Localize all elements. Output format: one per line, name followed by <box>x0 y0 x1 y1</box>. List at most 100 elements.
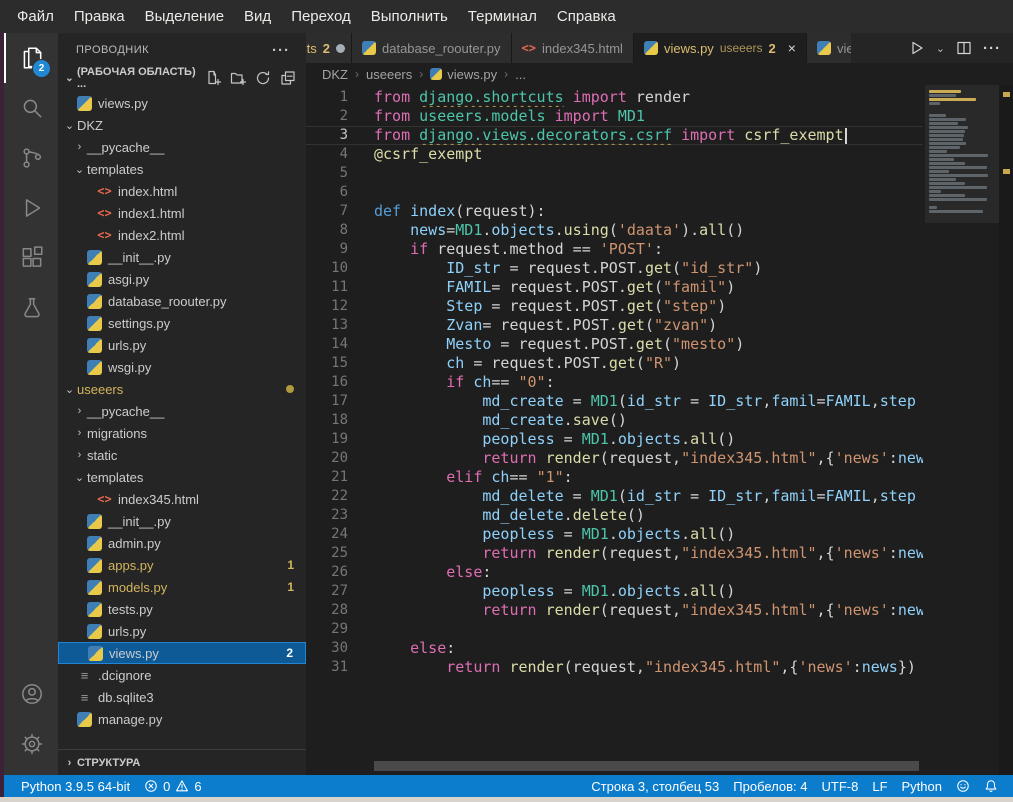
code-line-22[interactable]: 22 md_delete = MD1(id_str = ID_str,famil… <box>306 487 923 506</box>
line-number[interactable]: 12 <box>306 297 348 316</box>
bell-button[interactable] <box>977 779 1005 793</box>
activity-explorer-button[interactable]: 2 <box>4 33 58 83</box>
indentation-status[interactable]: Пробелов: 4 <box>726 779 814 794</box>
encoding-status[interactable]: UTF-8 <box>815 779 866 794</box>
tree-item-useeers[interactable]: ⌄useeers <box>58 378 306 400</box>
line-number[interactable]: 2 <box>306 107 348 126</box>
code-line-29[interactable]: 29 <box>306 620 923 639</box>
line-number[interactable]: 31 <box>306 658 348 677</box>
vertical-scrollbar[interactable] <box>999 85 1013 775</box>
line-number[interactable]: 14 <box>306 335 348 354</box>
code-line-19[interactable]: 19 peopless = MD1.objects.all() <box>306 430 923 449</box>
tab-iiits[interactable]: iiits2 <box>306 33 352 63</box>
line-number[interactable]: 8 <box>306 221 348 240</box>
code-line-11[interactable]: 11 FAMIL= request.POST.get("famil") <box>306 278 923 297</box>
code-line-2[interactable]: 2from useeers.models import MD1 <box>306 107 923 126</box>
line-number[interactable]: 17 <box>306 392 348 411</box>
tab-database-roouter-py[interactable]: database_roouter.py <box>352 33 512 63</box>
horizontal-scrollbar[interactable] <box>374 761 919 771</box>
tree-item-__pycache__[interactable]: ›__pycache__ <box>58 400 306 422</box>
tree-item-database_roouter.py[interactable]: database_roouter.py <box>58 290 306 312</box>
code-line-25[interactable]: 25 return render(request,"index345.html"… <box>306 544 923 563</box>
tree-item-tests.py[interactable]: tests.py <box>58 598 306 620</box>
activity-source-control-button[interactable] <box>4 133 58 183</box>
breadcrumb-item-useeers[interactable]: useeers <box>366 67 412 82</box>
activity-run-debug-button[interactable] <box>4 183 58 233</box>
more-actions-icon[interactable]: ··· <box>983 40 1001 57</box>
line-number[interactable]: 23 <box>306 506 348 525</box>
code-line-7[interactable]: 7def index(request): <box>306 202 923 221</box>
menu-item-4[interactable]: Переход <box>282 4 360 29</box>
close-icon[interactable]: × <box>788 40 796 56</box>
tree-item-apps.py[interactable]: apps.py1 <box>58 554 306 576</box>
line-number[interactable]: 19 <box>306 430 348 449</box>
code-line-9[interactable]: 9 if request.method == 'POST': <box>306 240 923 259</box>
activity-settings-button[interactable] <box>4 719 58 769</box>
line-number[interactable]: 18 <box>306 411 348 430</box>
chevron-down-icon[interactable]: ⌄ <box>62 383 77 396</box>
code-line-31[interactable]: 31 return render(request,"index345.html"… <box>306 658 923 677</box>
code-editor[interactable]: 1from django.shortcuts import render2fro… <box>306 85 1013 775</box>
problems-status[interactable]: 06 <box>137 779 208 794</box>
tree-item-__pycache__[interactable]: ›__pycache__ <box>58 136 306 158</box>
code-line-26[interactable]: 26 else: <box>306 563 923 582</box>
activity-search-button[interactable] <box>4 83 58 133</box>
code-line-6[interactable]: 6 <box>306 183 923 202</box>
tree-item-wsgi.py[interactable]: wsgi.py <box>58 356 306 378</box>
code-line-10[interactable]: 10 ID_str = request.POST.get("id_str") <box>306 259 923 278</box>
chevron-right-icon[interactable]: › <box>72 449 87 461</box>
menu-item-1[interactable]: Правка <box>65 4 134 29</box>
tree-item-views.py[interactable]: views.py2 <box>58 642 306 664</box>
tree-item-models.py[interactable]: models.py1 <box>58 576 306 598</box>
python-interpreter-status[interactable]: Python 3.9.5 64-bit <box>14 779 137 794</box>
line-number[interactable]: 22 <box>306 487 348 506</box>
activity-extensions-button[interactable] <box>4 233 58 283</box>
line-number[interactable]: 13 <box>306 316 348 335</box>
tree-item-views.py[interactable]: views.py <box>58 92 306 114</box>
line-number[interactable]: 20 <box>306 449 348 468</box>
line-number[interactable]: 24 <box>306 525 348 544</box>
code-line-16[interactable]: 16 if ch== "0": <box>306 373 923 392</box>
refresh-button[interactable] <box>255 70 271 86</box>
tree-item-manage.py[interactable]: manage.py <box>58 708 306 730</box>
cursor-position-status[interactable]: Строка 3, столбец 53 <box>584 779 726 794</box>
tab-index345-html[interactable]: <>index345.html <box>512 33 634 63</box>
menu-item-3[interactable]: Вид <box>235 4 280 29</box>
line-number[interactable]: 3 <box>306 126 348 145</box>
code-line-27[interactable]: 27 peopless = MD1.objects.all() <box>306 582 923 601</box>
tree-item-urls.py[interactable]: urls.py <box>58 334 306 356</box>
eol-status[interactable]: LF <box>865 779 894 794</box>
chevron-down-icon[interactable]: ⌄ <box>72 471 87 484</box>
sidebar-more-actions-icon[interactable]: ··· <box>272 42 290 59</box>
line-number[interactable]: 9 <box>306 240 348 259</box>
activity-account-button[interactable] <box>4 669 58 719</box>
code-line-28[interactable]: 28 return render(request,"index345.html"… <box>306 601 923 620</box>
code-line-15[interactable]: 15 ch = request.POST.get("R") <box>306 354 923 373</box>
code-line-24[interactable]: 24 peopless = MD1.objects.all() <box>306 525 923 544</box>
code-line-8[interactable]: 8 news=MD1.objects.using('daata').all() <box>306 221 923 240</box>
tab-views-py[interactable]: views.pyuseeers2× <box>634 33 807 63</box>
chevron-right-icon[interactable]: › <box>72 141 87 153</box>
code-line-20[interactable]: 20 return render(request,"index345.html"… <box>306 449 923 468</box>
tree-item-db.sqlite3[interactable]: ≡db.sqlite3 <box>58 686 306 708</box>
outline-section-header[interactable]: › СТРУКТУРА <box>58 749 306 775</box>
code-line-3[interactable]: 3from django.views.decorators.csrf impor… <box>306 126 923 145</box>
tree-item-DKZ[interactable]: ⌄DKZ <box>58 114 306 136</box>
collapse-all-button[interactable] <box>280 70 296 86</box>
tree-item-__init__.py[interactable]: __init__.py <box>58 510 306 532</box>
breadcrumb-item--[interactable]: ... <box>515 67 526 82</box>
line-number[interactable]: 7 <box>306 202 348 221</box>
line-number[interactable]: 29 <box>306 620 348 639</box>
tree-item-templates[interactable]: ⌄templates <box>58 466 306 488</box>
code-line-13[interactable]: 13 Zvan= request.POST.get("zvan") <box>306 316 923 335</box>
code-line-18[interactable]: 18 md_create.save() <box>306 411 923 430</box>
menu-item-7[interactable]: Справка <box>548 4 625 29</box>
run-button[interactable] <box>909 40 925 56</box>
code-line-4[interactable]: 4@csrf_exempt <box>306 145 923 164</box>
tree-item-static[interactable]: ›static <box>58 444 306 466</box>
line-number[interactable]: 28 <box>306 601 348 620</box>
tree-item-index1.html[interactable]: <>index1.html <box>58 202 306 224</box>
chevron-right-icon[interactable]: › <box>72 405 87 417</box>
chevron-down-icon[interactable]: ⌄ <box>62 119 77 132</box>
line-number[interactable]: 25 <box>306 544 348 563</box>
